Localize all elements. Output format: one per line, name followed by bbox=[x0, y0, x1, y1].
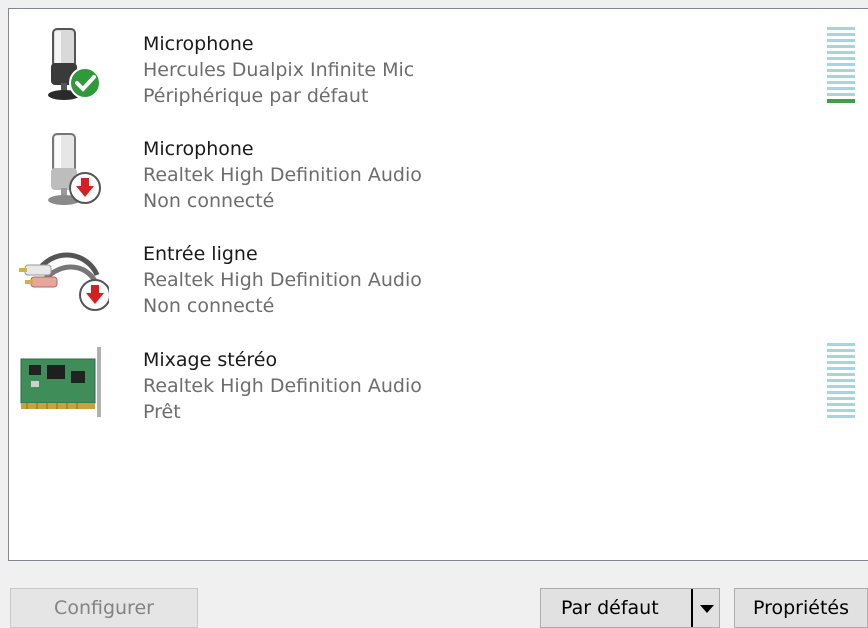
line-in-cable-icon bbox=[19, 225, 109, 315]
device-status: Non connecté bbox=[143, 190, 275, 212]
device-row-stereo-mix[interactable]: Mixage stéréo Realtek High Definition Au… bbox=[9, 325, 868, 429]
recording-device-list[interactable]: Microphone Hercules Dualpix Infinite Mic… bbox=[8, 8, 868, 561]
set-default-button-label: Par défaut bbox=[561, 597, 659, 619]
device-description: Realtek High Definition Audio bbox=[143, 269, 422, 291]
device-status: Périphérique par défaut bbox=[143, 85, 369, 107]
device-status: Non connecté bbox=[143, 295, 275, 317]
microphone-default-icon bbox=[19, 15, 109, 105]
device-name: Entrée ligne bbox=[143, 243, 258, 265]
device-description: Hercules Dualpix Infinite Mic bbox=[143, 59, 415, 81]
device-row-microphone-hercules[interactable]: Microphone Hercules Dualpix Infinite Mic… bbox=[9, 9, 868, 113]
level-meter bbox=[827, 343, 855, 421]
configure-button[interactable]: Configurer bbox=[10, 588, 198, 628]
disconnected-arrow-icon bbox=[69, 172, 101, 204]
device-name: Mixage stéréo bbox=[143, 349, 278, 371]
check-badge-icon bbox=[69, 67, 101, 99]
device-description: Realtek High Definition Audio bbox=[143, 375, 422, 397]
level-meter bbox=[827, 27, 855, 106]
disconnected-arrow-icon bbox=[79, 279, 109, 311]
microphone-icon bbox=[19, 120, 109, 210]
configure-button-label: Configurer bbox=[54, 597, 154, 619]
device-row-line-in[interactable]: Entrée ligne Realtek High Definition Aud… bbox=[9, 219, 868, 323]
set-default-split-button[interactable]: Par défaut bbox=[540, 588, 720, 628]
device-row-microphone-realtek[interactable]: Microphone Realtek High Definition Audio… bbox=[9, 114, 868, 218]
properties-button-label: Propriétés bbox=[752, 597, 850, 619]
device-name: Microphone bbox=[143, 33, 254, 55]
device-description: Realtek High Definition Audio bbox=[143, 164, 422, 186]
device-status: Prêt bbox=[143, 401, 181, 423]
sound-card-icon bbox=[19, 331, 109, 421]
chevron-down-icon[interactable] bbox=[691, 589, 719, 627]
device-name: Microphone bbox=[143, 138, 254, 160]
properties-button[interactable]: Propriétés bbox=[734, 588, 868, 628]
